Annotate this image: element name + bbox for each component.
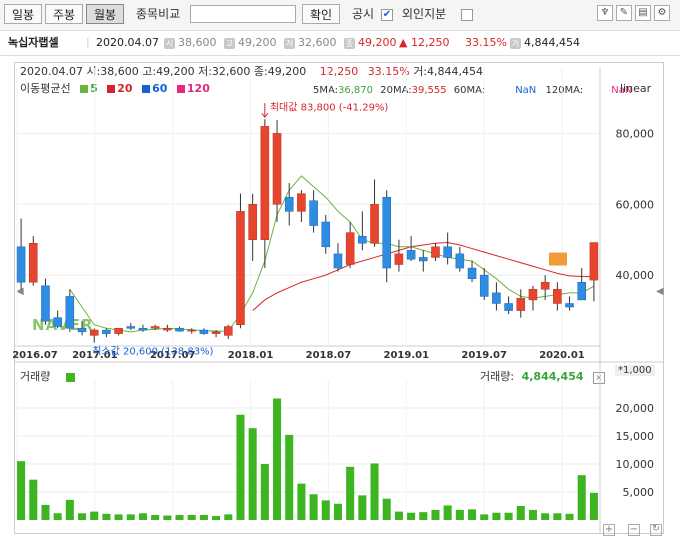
- high-badge: 고: [224, 38, 235, 49]
- compare-search-input[interactable]: [190, 5, 296, 23]
- stock-name: 녹십자랩셀: [8, 36, 59, 49]
- layout-icon[interactable]: ▤: [635, 5, 651, 21]
- close-badge: 종: [344, 38, 355, 49]
- pencil-icon[interactable]: ✎: [616, 5, 632, 21]
- divider: |: [86, 36, 90, 49]
- ma120-period[interactable]: 120: [187, 82, 210, 95]
- open-price: 시 38,600: [164, 36, 217, 49]
- stock-date: 2020.04.07: [96, 36, 159, 49]
- daily-button[interactable]: 일봉: [4, 4, 42, 24]
- low-price: 저 32,600: [284, 36, 337, 49]
- close-price: 종 49,200: [344, 36, 397, 49]
- scroll-right-icon[interactable]: ◀: [656, 286, 664, 297]
- price-change: ▲ 12,250: [399, 36, 450, 49]
- scale-label[interactable]: linear: [620, 82, 651, 95]
- volume-info: 거 4,844,454: [510, 36, 580, 49]
- ma5-swatch: [80, 85, 89, 93]
- ma5-period[interactable]: 5: [90, 82, 98, 95]
- ma20-swatch: [107, 85, 116, 93]
- volume-title: 거래량: [20, 368, 75, 384]
- ma60-period[interactable]: 60: [152, 82, 167, 95]
- chart-change-pct: 33.15%: [367, 65, 410, 78]
- chart-header: 2020.04.07 시:38,600 고:49,200 저:32,600 종:…: [20, 64, 483, 80]
- disclosure-checkbox[interactable]: ✔: [381, 9, 393, 21]
- refresh-icon[interactable]: ↻: [650, 524, 662, 536]
- monthly-button[interactable]: 월봉: [86, 4, 124, 24]
- chart-volume: 거:4,844,454: [413, 65, 483, 78]
- zoom-in-icon[interactable]: +: [603, 524, 615, 536]
- price-change-pct: 33.15%: [465, 36, 507, 49]
- naver-watermark: NAVER: [32, 316, 94, 334]
- ma120-swatch: [176, 85, 185, 93]
- ma-legend: 이동평균선 5 20 60 120: [20, 82, 210, 96]
- foreign-share-checkbox[interactable]: [461, 9, 473, 21]
- open-badge: 시: [164, 38, 175, 49]
- ma20-period[interactable]: 20: [117, 82, 132, 95]
- volume-readout-label: 거래량:: [480, 370, 515, 383]
- volume-badge: 거: [510, 38, 521, 49]
- confirm-button[interactable]: 확인: [302, 4, 340, 24]
- chart-container: [14, 62, 664, 534]
- disclosure-label: 공시: [352, 7, 375, 21]
- weekly-button[interactable]: 주봉: [45, 4, 83, 24]
- gear-icon[interactable]: ⚙: [654, 5, 670, 21]
- zoom-out-icon[interactable]: −: [628, 524, 640, 536]
- toolbar: 일봉 주봉 월봉 종목비교 확인 공시 ✔ 외인지분 ♆ ✎ ▤ ⚙: [0, 0, 680, 31]
- ma5-value: 36,870: [338, 85, 374, 96]
- stock-info-bar: 녹십자랩셀 | 2020.04.07 시 38,600 고 49,200 저 32,6…: [0, 31, 680, 56]
- foreign-share-label: 외인지분: [402, 7, 447, 21]
- chart-ohlc-line: 2020.04.07 시:38,600 고:49,200 저:32,600 종:…: [20, 65, 307, 78]
- ma20-value: 39,555: [411, 85, 447, 96]
- ma60-swatch: [142, 85, 151, 93]
- volume-readout: 거래량: 4,844,454 ×: [480, 368, 606, 384]
- indicator-icon[interactable]: ♆: [597, 5, 613, 21]
- ma-values: 5MA:36,870 20MA:39,555 60MA: NaN 120MA: Na…: [313, 84, 632, 98]
- volume-readout-value: 4,844,454: [521, 370, 584, 383]
- volume-swatch: [65, 372, 75, 382]
- ma60-value: NaN: [515, 85, 537, 96]
- scroll-left-icon[interactable]: ◀: [16, 286, 24, 297]
- close-icon[interactable]: ×: [593, 372, 606, 384]
- ma60-label: 60MA:: [453, 85, 486, 96]
- ma120-label: 120MA:: [545, 85, 584, 96]
- volume-label: 거래량: [20, 370, 51, 383]
- volume-unit: *1,000: [615, 365, 655, 376]
- ma-label: 이동평균선: [20, 82, 71, 95]
- compare-label: 종목비교: [136, 7, 181, 21]
- ma20-label: 20MA:: [380, 85, 412, 96]
- low-badge: 저: [284, 38, 295, 49]
- chart-change: 12,250: [319, 65, 359, 78]
- high-price: 고 49,200: [224, 36, 277, 49]
- ma5-label: 5MA:: [313, 85, 339, 96]
